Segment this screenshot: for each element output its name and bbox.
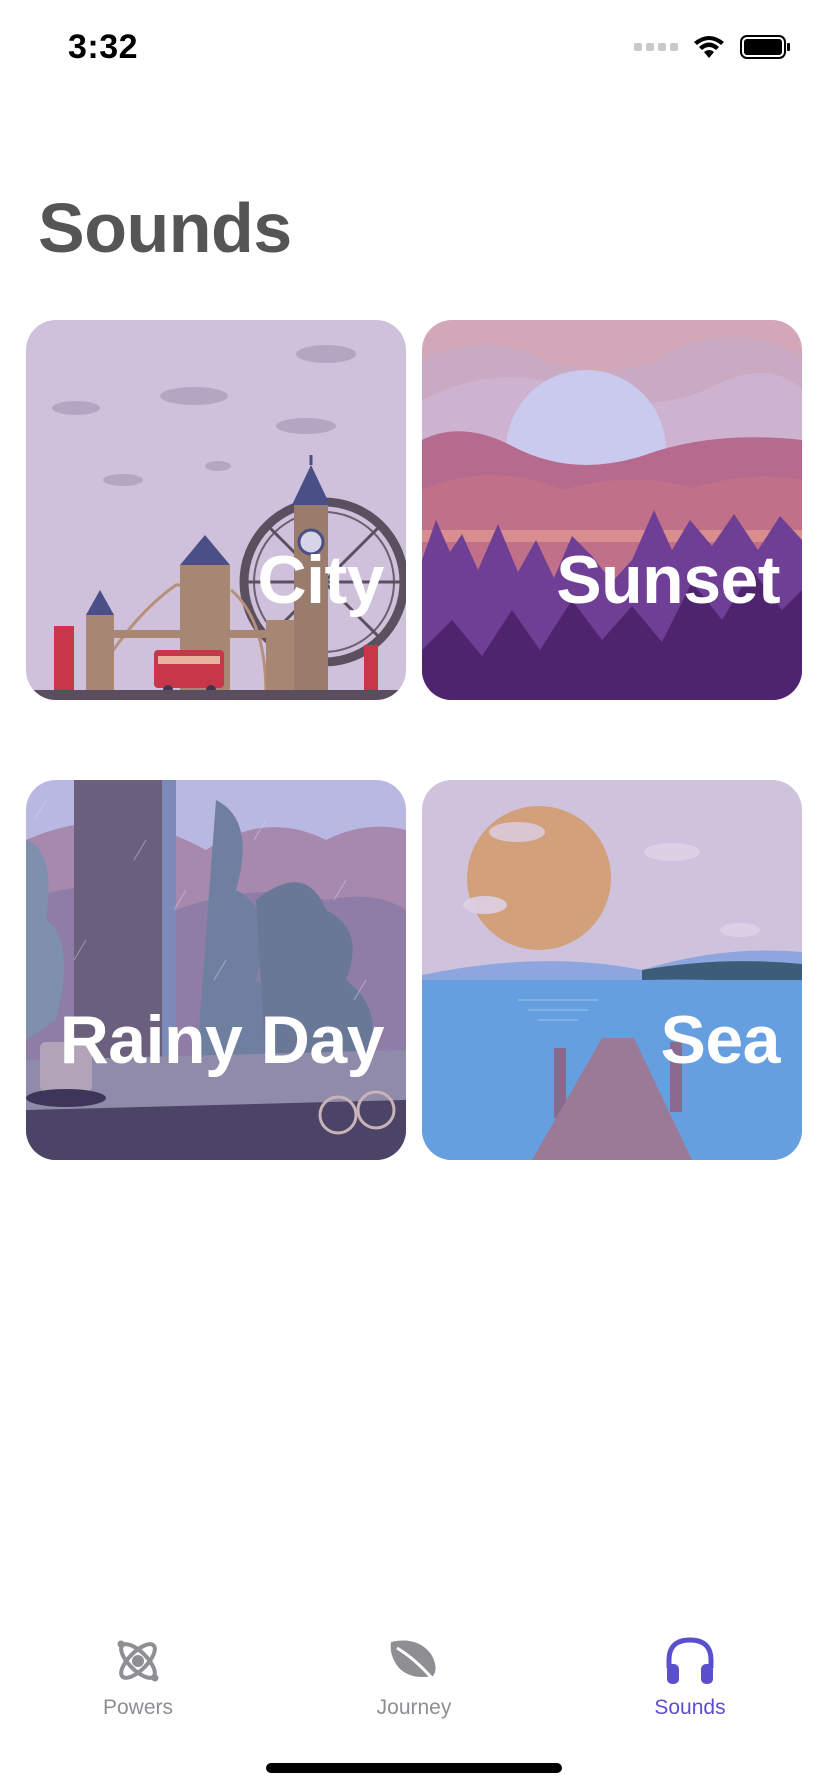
rainy-day-scene-image [26,780,406,1160]
tab-bar: Powers Journey Sounds [0,1620,828,1750]
wifi-icon [694,36,724,58]
status-icons [634,34,792,60]
status-bar: 3:32 [0,0,828,100]
sea-scene-image [422,780,802,1160]
tab-label-journey: Journey [376,1696,452,1719]
card-label-sunset: Sunset [556,542,780,618]
sound-card-sea[interactable]: Sea [422,780,802,1160]
status-time: 3:32 [68,28,139,66]
card-label-sea: Sea [660,1002,781,1078]
sunset-scene-image [422,320,802,700]
sound-card-rainy-day[interactable]: Rainy Day [26,780,406,1160]
battery-icon [740,35,790,59]
sound-card-city[interactable]: City [26,320,406,700]
city-scene-image [26,320,406,700]
tab-sounds[interactable]: Sounds [590,1634,790,1720]
home-indicator[interactable] [266,1763,562,1773]
cellular-signal-icon [634,43,678,51]
page-title: Sounds [38,189,292,267]
card-label-city: City [257,542,385,618]
leaf-icon [390,1640,439,1685]
sound-card-sunset[interactable]: Sunset [422,320,802,700]
tab-journey[interactable]: Journey [314,1634,514,1720]
tab-label-sounds: Sounds [654,1696,726,1719]
tab-label-powers: Powers [102,1696,174,1719]
atom-icon [117,1640,159,1682]
headphones-icon [666,1637,714,1684]
card-label-rainy-day: Rainy Day [59,1002,385,1078]
tab-powers[interactable]: Powers [38,1634,238,1720]
